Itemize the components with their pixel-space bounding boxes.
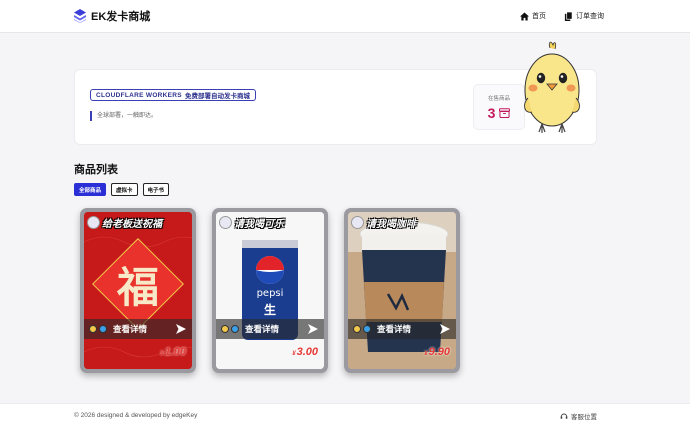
card-price: ¥3.00 (292, 346, 318, 358)
svg-text:福: 福 (116, 263, 159, 312)
nav-home[interactable]: 首页 (520, 11, 546, 21)
footer: © 2026 designed & developed by edgeKey 客… (0, 403, 690, 428)
card-header: 给老板送祝福 (84, 212, 192, 232)
product-card[interactable]: 请我喝咖啡 查看详情 ¥9.90 (344, 208, 460, 373)
nav-orders-label: 订单查询 (576, 13, 604, 20)
card-title: 请我喝咖啡 (366, 218, 416, 230)
customer-service-link[interactable]: 客服位置 (560, 411, 597, 421)
card-header: 请我喝可乐 (216, 212, 324, 232)
tab-all[interactable]: 全部商品 (74, 183, 107, 196)
currency-symbol: ¥ (160, 351, 164, 357)
blue-energy-icon (99, 325, 107, 333)
blue-energy-icon (231, 325, 239, 333)
card-header: 请我喝咖啡 (348, 212, 456, 232)
currency-symbol: ¥ (292, 351, 296, 357)
box-icon (499, 108, 511, 118)
brand-name: EK发卡商城 (91, 11, 151, 23)
currency-symbol: ¥ (424, 351, 428, 357)
view-details-label: 查看详情 (377, 324, 412, 334)
price-value: 1.00 (164, 346, 186, 358)
headset-icon (560, 413, 568, 419)
gold-energy-icon (353, 325, 361, 333)
top-nav: 首页 订单查询 (502, 11, 604, 21)
gold-energy-icon (89, 325, 97, 333)
stock-summary: 在售商品 3 (473, 84, 525, 130)
chick-mascot-icon (524, 41, 580, 133)
stock-count: 3 (487, 105, 496, 121)
tab-ebook[interactable]: 电子书 (142, 183, 170, 196)
card-action-bar[interactable]: 查看详情 (348, 319, 456, 339)
svg-text:生: 生 (264, 302, 276, 317)
card-action-bar[interactable]: 查看详情 (216, 319, 324, 339)
card-action-bar[interactable]: 查看详情 (84, 319, 192, 339)
brand-logo-icon (74, 9, 86, 23)
product-list-title: 商品列表 (74, 164, 118, 176)
card-avatar-icon (351, 215, 364, 229)
blue-energy-icon (363, 325, 371, 333)
svg-text:pepsi: pepsi (257, 288, 284, 299)
arrow-right-icon (308, 324, 318, 334)
product-card[interactable]: 福 给老板送祝福 查看详情 ¥1.00 (80, 208, 196, 373)
hero-badge-subtitle: 免费部署自动发卡商城 (184, 93, 250, 100)
tab-virtual-card[interactable]: 虚拟卡 (111, 183, 138, 196)
card-price: ¥9.90 (424, 346, 450, 358)
arrow-right-icon (176, 324, 186, 334)
hero-panel: CLOUDFLARE WORKERS 免费部署自动发卡商城 全球部署，一触即达。… (74, 69, 597, 145)
card-title: 给老板送祝福 (102, 218, 162, 230)
customer-service-label: 客服位置 (571, 414, 597, 421)
nav-home-label: 首页 (532, 13, 546, 20)
hero-badge: CLOUDFLARE WORKERS 免费部署自动发卡商城 (90, 89, 256, 101)
header: EK发卡商城 首页 订单查询 (0, 0, 690, 33)
stock-label: 在售商品 (487, 96, 510, 102)
order-icon (564, 11, 573, 21)
card-avatar-icon (87, 215, 100, 229)
card-avatar-icon (219, 215, 232, 229)
gold-energy-icon (221, 325, 229, 333)
view-details-label: 查看详情 (113, 324, 148, 334)
home-icon (520, 11, 529, 21)
brand[interactable]: EK发卡商城 (74, 8, 150, 24)
price-value: 3.00 (296, 346, 318, 358)
nav-orders[interactable]: 订单查询 (564, 11, 604, 21)
product-card[interactable]: pepsi 生 请我喝可乐 查看详情 ¥3.00 (212, 208, 328, 373)
hero-badge-text: CLOUDFLARE WORKERS (96, 91, 182, 99)
copyright: © 2026 designed & developed by edgeKey (74, 412, 198, 419)
price-value: 9.90 (428, 346, 450, 358)
card-title: 请我喝可乐 (234, 218, 284, 230)
view-details-label: 查看详情 (245, 324, 280, 334)
arrow-right-icon (440, 324, 450, 334)
category-tabs: 全部商品 虚拟卡 电子书 (74, 183, 174, 196)
card-price: ¥1.00 (160, 346, 186, 358)
hero-description: 全球部署，一触即达。 (90, 111, 157, 121)
